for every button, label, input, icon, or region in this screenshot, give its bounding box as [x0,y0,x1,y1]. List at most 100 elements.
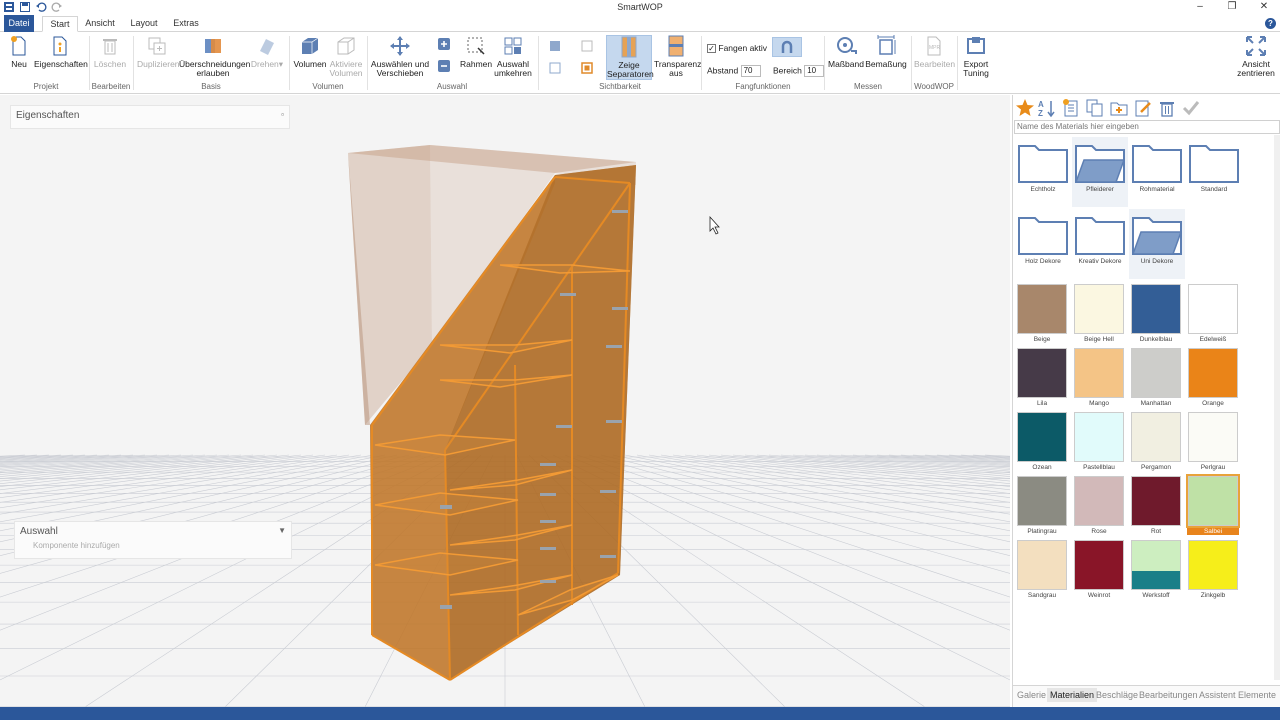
folder-item[interactable]: Echtholz [1015,137,1071,207]
new-folder-icon[interactable] [1109,98,1129,118]
material-swatch[interactable]: Rot [1130,476,1182,538]
material-swatch[interactable]: Werkstoff [1130,540,1182,602]
close-icon[interactable]: ✕ [1248,0,1280,15]
bottom-tab[interactable]: Beschläge [1096,690,1138,700]
separator-view-2-button[interactable] [548,62,562,77]
separator-view-3-button[interactable] [580,40,594,55]
ribbon-divider [133,36,134,90]
transparency-off-button[interactable]: Transparenz aus [654,35,701,78]
sort-az-icon[interactable]: AZ [1037,98,1057,118]
checkmark-icon[interactable] [1181,98,1201,118]
delete-button[interactable]: Löschen [93,35,127,69]
folder-label: Pfleiderer [1086,186,1114,193]
select-move-button[interactable]: Auswählen und Verschieben [370,35,430,78]
tab-extras[interactable]: Extras [170,16,202,32]
bottom-tab[interactable]: Materialien [1047,688,1098,702]
selection-panel[interactable]: Auswahl ▼ Komponente hinzufügen [14,521,292,559]
minimize-icon[interactable]: – [1184,0,1216,15]
separator-view-1-button[interactable] [548,40,562,55]
snap-active-checkbox[interactable]: ✓ Fangen aktiv [707,43,767,54]
properties-button[interactable]: Eigenschaften [34,35,88,69]
material-swatch[interactable]: Beige Hell [1073,284,1125,346]
material-swatch[interactable]: Pastellblau [1073,412,1125,474]
folder-item[interactable]: Rohmaterial [1129,137,1185,207]
swatch-color [1188,284,1238,334]
material-swatch[interactable]: Perlgrau [1187,412,1239,474]
invert-selection-icon [502,35,524,57]
woodwop-edit-button[interactable]: MPR Bearbeiten [914,35,955,69]
pin-icon[interactable]: ▫ [281,110,284,119]
rotate-button[interactable]: Drehen▾ [250,35,284,69]
new-list-icon[interactable] [1061,98,1081,118]
swatch-color [1074,348,1124,398]
bottom-tab[interactable]: Galerie [1017,690,1046,700]
measure-tape-button[interactable]: Maßband [828,35,864,69]
bottom-tab[interactable]: Elemente [1238,690,1276,700]
swatch-color [1074,540,1124,590]
swatch-label: Manhattan [1140,400,1172,407]
material-swatch[interactable]: Manhattan [1130,348,1182,410]
properties-panel-title: Eigenschaften [16,110,80,121]
bottom-tab[interactable]: Assistent [1199,690,1236,700]
invert-selection-button[interactable]: Auswahl umkehren [494,35,532,78]
tab-file[interactable]: Datei [4,15,34,32]
material-swatch[interactable]: Beige [1016,284,1068,346]
swatch-color [1131,412,1181,462]
material-swatch[interactable]: Ozean [1016,412,1068,474]
activate-volume-button[interactable]: Aktiviere Volumen [329,35,363,78]
material-swatch[interactable]: Dunkelblau [1130,284,1182,346]
separators-icon [618,36,640,58]
material-search-input[interactable]: Name des Materials hier eingeben [1014,120,1280,134]
scene-canvas[interactable] [0,95,1010,707]
copy-icon[interactable] [1085,98,1105,118]
show-separators-button[interactable]: Zeige Separatoren [606,35,654,80]
folder-item[interactable]: Kreativ Dekore [1072,209,1128,279]
add-component-placeholder[interactable]: Komponente hinzufügen [15,541,291,550]
swatch-label: Rot [1150,528,1162,535]
allow-intersections-button[interactable]: Überschneidungen erlauben [179,35,250,78]
edit-icon[interactable] [1133,98,1153,118]
tab-start[interactable]: Start [42,16,78,32]
material-swatch[interactable]: Orange [1187,348,1239,410]
favorites-star-icon[interactable] [1015,98,1035,118]
bottom-tab[interactable]: Bearbeitungen [1139,690,1198,700]
help-icon[interactable]: ? [1265,18,1276,29]
materials-scrollbar[interactable] [1274,135,1280,680]
duplicate-button[interactable]: Duplizieren [137,35,180,69]
material-swatch[interactable]: Sandgrau [1016,540,1068,602]
checkbox-checked-icon[interactable]: ✓ [707,44,716,54]
folder-item[interactable]: Uni Dekore [1129,209,1185,279]
material-swatch[interactable]: Platingrau [1016,476,1068,538]
volume-button[interactable]: Volumen [293,35,327,69]
dimension-button[interactable]: Bemaßung [865,35,907,69]
material-swatch[interactable]: Pergamon [1130,412,1182,474]
frame-select-button[interactable]: Rahmen [460,35,492,69]
trash-icon[interactable] [1157,98,1177,118]
remove-selection-button[interactable] [436,60,452,75]
center-view-button[interactable]: Ansicht zentrieren [1234,35,1278,78]
export-tuning-button[interactable]: Export Tuning [960,35,992,78]
material-swatch[interactable]: Salbei [1186,474,1240,538]
swatch-label: Salbei [1187,528,1239,535]
material-swatch[interactable]: Edelweiß [1187,284,1239,346]
material-swatch[interactable]: Lila [1016,348,1068,410]
3d-viewport[interactable]: Eigenschaften ▫ Auswahl ▼ Komponente hin… [0,95,1010,707]
material-swatch[interactable]: Weinrot [1073,540,1125,602]
add-selection-button[interactable] [436,38,452,53]
folder-item[interactable]: Holz Dekore [1015,209,1071,279]
folder-item[interactable]: Standard [1186,137,1242,207]
separator-view-4-button[interactable] [580,62,594,77]
tab-layout[interactable]: Layout [126,16,162,32]
pin-icon[interactable]: ▼ [278,526,286,535]
material-swatch[interactable]: Zinkgelb [1187,540,1239,602]
new-button[interactable]: Neu [6,35,32,69]
material-swatch[interactable]: Rose [1073,476,1125,538]
distance-input[interactable]: 70 [740,65,761,77]
tab-view[interactable]: Ansicht [82,16,118,32]
properties-panel[interactable]: Eigenschaften ▫ [10,105,290,129]
restore-icon[interactable]: ❐ [1216,0,1248,15]
snap-magnet-button[interactable] [772,37,802,57]
range-input[interactable]: 10 [804,65,825,77]
folder-item[interactable]: Pfleiderer [1072,137,1128,207]
material-swatch[interactable]: Mango [1073,348,1125,410]
